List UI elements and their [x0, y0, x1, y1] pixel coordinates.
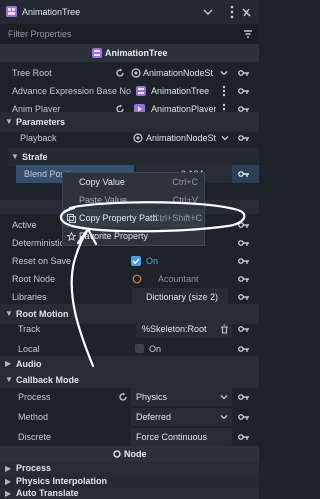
annotation-circle	[59, 201, 246, 233]
annotation-arrow	[70, 228, 95, 368]
annotation-overlay	[59, 201, 246, 368]
